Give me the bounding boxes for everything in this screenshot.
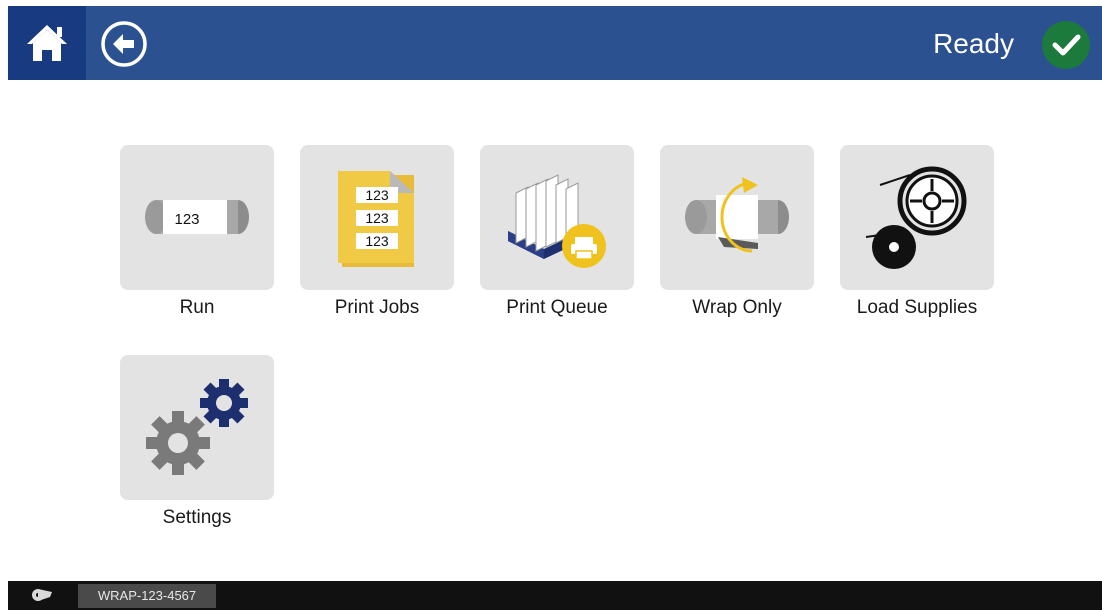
print-jobs-icon-text-3: 123 bbox=[365, 233, 389, 249]
status-ready-indicator bbox=[1042, 21, 1090, 69]
run-sleeve-icon: 123 bbox=[145, 200, 249, 234]
print-queue-tile[interactable]: Print Queue bbox=[480, 145, 634, 320]
print-queue-label: Print Queue bbox=[506, 297, 608, 318]
device-id: WRAP-123-4567 bbox=[78, 584, 216, 608]
load-supplies-icon bbox=[865, 166, 967, 269]
run-tile[interactable]: 123 Run bbox=[120, 145, 274, 320]
print-jobs-label: Print Jobs bbox=[334, 297, 420, 318]
settings-tile[interactable]: Settings bbox=[120, 355, 274, 530]
settings-gears-icon bbox=[146, 379, 248, 475]
settings-label: Settings bbox=[162, 507, 232, 528]
status-bar: WRAP-123-4567 bbox=[8, 581, 1102, 610]
run-icon-text: 123 bbox=[174, 211, 199, 228]
status-text: Ready bbox=[933, 28, 1014, 59]
wrap-only-tile[interactable]: Wrap Only bbox=[660, 145, 814, 320]
settings-tile-box[interactable] bbox=[120, 355, 274, 500]
print-jobs-tile[interactable]: 123 123 123 Print Jobs bbox=[300, 145, 454, 320]
top-bar: Ready bbox=[8, 6, 1102, 80]
tape-roll-icon bbox=[32, 589, 52, 601]
home-icon bbox=[27, 25, 67, 61]
wrap-only-tile-box[interactable] bbox=[660, 145, 814, 290]
back-button[interactable] bbox=[100, 20, 148, 68]
run-label: Run bbox=[179, 297, 215, 318]
print-jobs-icon-text-2: 123 bbox=[365, 210, 389, 226]
back-arrow-icon bbox=[113, 34, 134, 54]
load-supplies-label: Load Supplies bbox=[856, 297, 978, 318]
run-tile-box[interactable]: 123 bbox=[120, 145, 274, 290]
wrap-only-icon bbox=[685, 177, 789, 253]
load-supplies-tile[interactable]: Load Supplies bbox=[840, 145, 994, 320]
load-supplies-tile-box[interactable] bbox=[840, 145, 994, 290]
print-queue-tile-box[interactable] bbox=[480, 145, 634, 290]
app-window: Ready 123 Run 123 123 123 Print Jobs Pri… bbox=[8, 6, 1102, 610]
wrap-only-label: Wrap Only bbox=[692, 297, 782, 318]
print-jobs-icon: 123 123 123 bbox=[338, 171, 414, 267]
print-jobs-icon-text-1: 123 bbox=[365, 187, 389, 203]
print-jobs-tile-box[interactable]: 123 123 123 bbox=[300, 145, 454, 290]
home-button[interactable] bbox=[8, 6, 86, 80]
print-queue-icon bbox=[508, 174, 606, 268]
